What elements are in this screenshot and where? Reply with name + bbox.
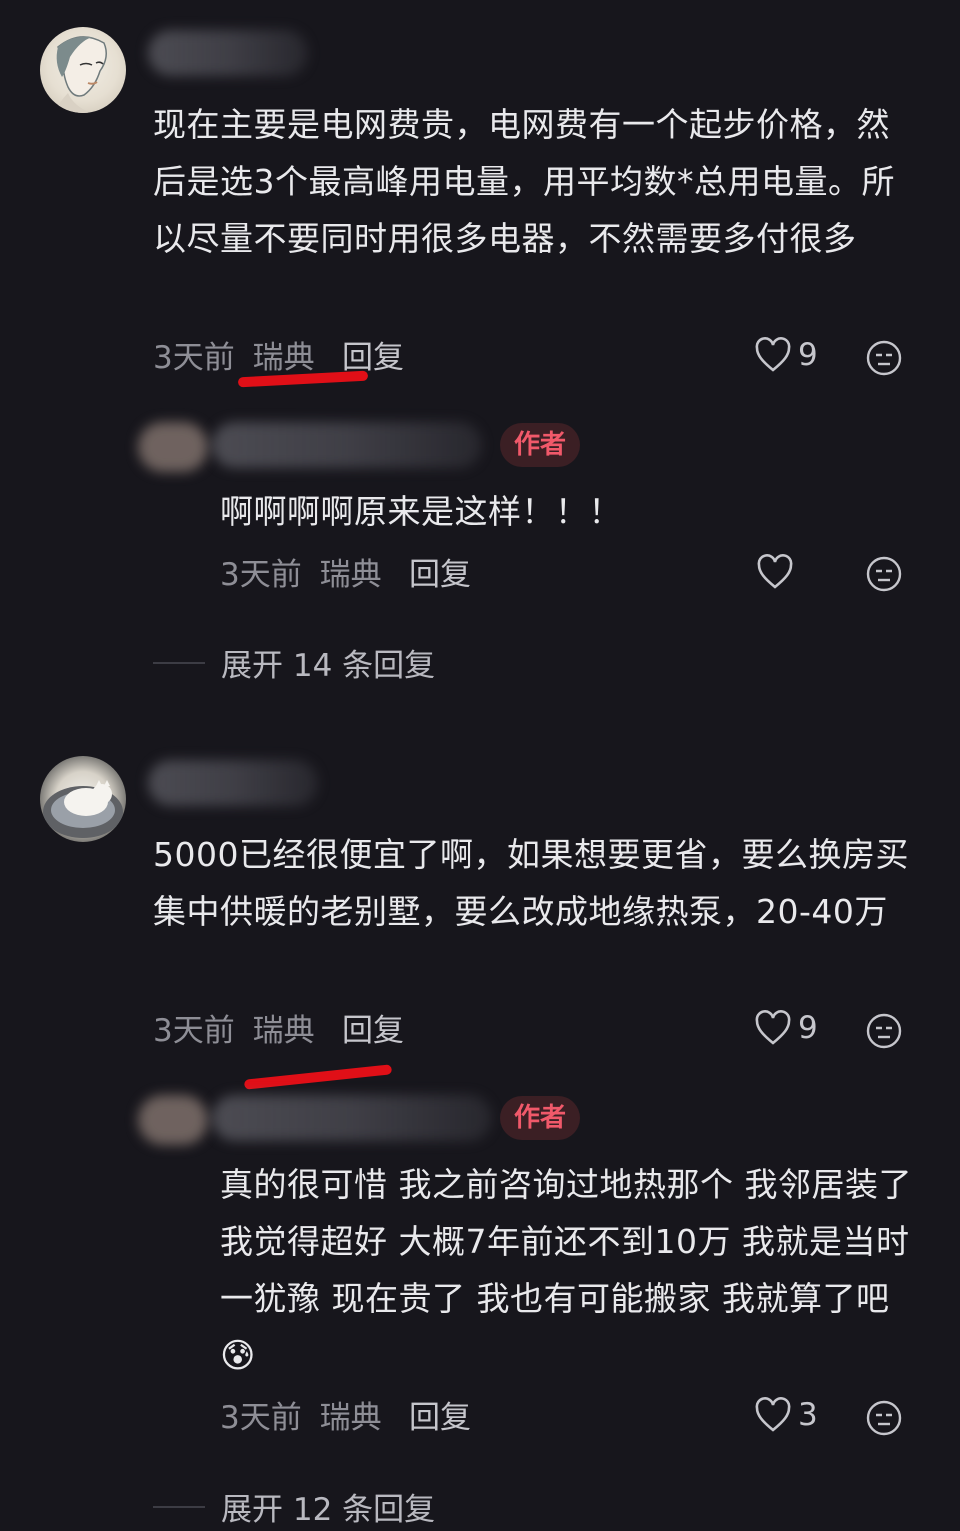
avatar[interactable] [40,756,126,842]
heart-icon [754,337,792,373]
timestamp: 3天前 [153,1013,235,1049]
username-blurred[interactable] [148,30,308,76]
divider [153,661,205,664]
avatar[interactable] [40,27,126,113]
heart-icon [754,1397,792,1433]
like-count: 3 [798,1397,818,1433]
comment-meta: 3天前 瑞典 [153,1011,315,1051]
dislike-icon[interactable] [865,1399,903,1437]
username-blurred[interactable] [148,760,318,806]
like-count: 9 [798,1010,818,1046]
divider [153,1505,205,1508]
comment-meta: 3天前 瑞典 [153,338,315,378]
heart-icon [756,554,794,590]
location: 瑞典 [252,340,315,376]
timestamp: 3天前 [220,557,302,593]
anxious-emoji-icon: 😰 [220,1336,256,1376]
reply-text: 真的很可惜 我之前咨询过地热那个 我邻居装了 我觉得超好 大概7年前还不到10万… [220,1156,920,1385]
dislike-icon[interactable] [865,555,903,593]
reply-avatar-blurred[interactable] [138,422,208,472]
expand-replies-button[interactable]: 展开 12 条回复 [153,1484,435,1529]
annotation-underline [243,1064,393,1090]
expand-replies-button[interactable]: 展开 14 条回复 [153,640,435,685]
like-button[interactable] [756,554,800,590]
reply-button[interactable]: 回复 [342,1011,404,1051]
comment-text: 5000已经很便宜了啊，如果想要更省，要么换房买集中供暖的老别墅，要么改成地缘热… [153,835,909,931]
dislike-icon[interactable] [865,339,903,377]
reply-meta: 3天前 瑞典 [220,1398,382,1438]
reply-text-body: 真的很可惜 我之前咨询过地热那个 我邻居装了 我觉得超好 大概7年前还不到10万… [220,1165,912,1318]
location: 瑞典 [319,557,382,593]
reply-button[interactable]: 回复 [409,1398,471,1438]
like-button[interactable]: 9 [754,337,818,373]
like-button[interactable]: 3 [754,1397,818,1433]
reply-username-blurred[interactable] [212,422,482,468]
reply-username-blurred[interactable] [212,1095,492,1141]
like-button[interactable]: 9 [754,1010,818,1046]
reply-button[interactable]: 回复 [409,555,471,595]
expand-label: 展开 14 条回复 [221,648,436,684]
location: 瑞典 [319,1400,382,1436]
expand-label: 展开 12 条回复 [221,1492,436,1528]
like-count: 9 [798,337,818,373]
reply-avatar-blurred[interactable] [138,1095,208,1145]
timestamp: 3天前 [220,1400,302,1436]
author-badge: 作者 [500,1096,581,1140]
reply-meta: 3天前 瑞典 [220,555,382,595]
dislike-icon[interactable] [865,1012,903,1050]
timestamp: 3天前 [153,340,235,376]
location: 瑞典 [252,1013,315,1049]
author-badge: 作者 [500,423,581,467]
reply-text: 啊啊啊啊原来是这样！！！ [220,492,622,531]
heart-icon [754,1010,792,1046]
comment-text: 现在主要是电网费贵，电网费有一个起步价格，然后是选3个最高峰用电量，用平均数*总… [153,105,895,258]
